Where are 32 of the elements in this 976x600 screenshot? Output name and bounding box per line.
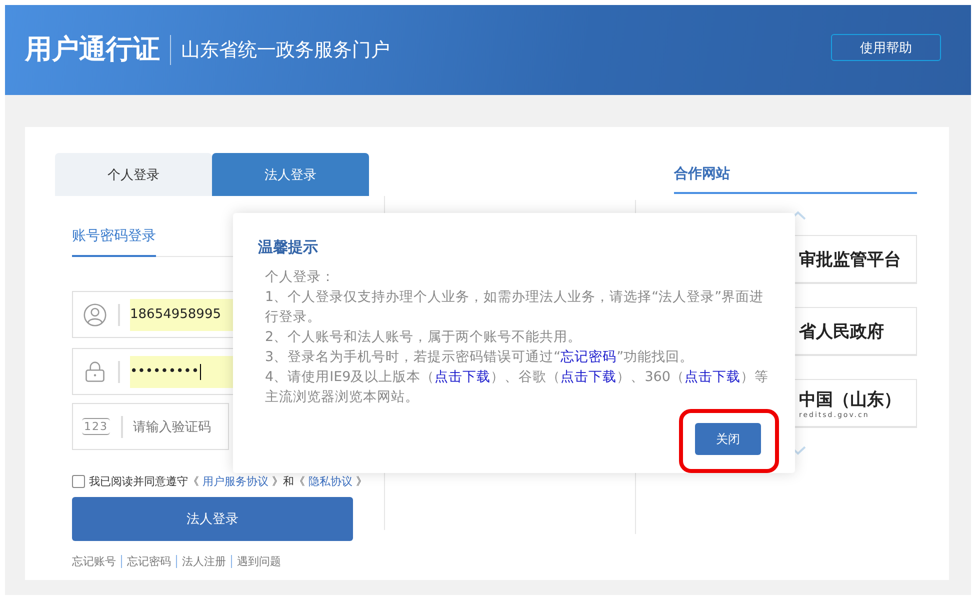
agreement-link[interactable]: 隐私协议 — [308, 475, 352, 488]
close-button[interactable]: 关闭 — [695, 423, 761, 455]
site-name: 中国（山东） — [799, 388, 902, 410]
portal-title: 用户通行证 — [25, 35, 171, 65]
login-button[interactable]: 法人登录 — [72, 497, 353, 541]
field-value: ••••••••• — [130, 364, 200, 379]
field-value: 18654958995 — [130, 307, 221, 322]
help-link[interactable]: 忘记密码 — [127, 554, 171, 569]
agreement-checkbox[interactable] — [72, 475, 85, 488]
login-mode-tab[interactable]: 账号密码登录 — [72, 227, 156, 257]
help-button[interactable]: 使用帮助 — [831, 34, 941, 61]
site-name: 审批监管平台 — [799, 248, 902, 270]
partners-heading: 合作网站 — [674, 153, 917, 194]
agreement-link[interactable]: 用户服务协议 — [202, 475, 268, 488]
lock-icon — [83, 360, 107, 384]
notice-paragraph: 2、个人账号和法人账号，属于两个账号不能共用。 — [265, 328, 583, 347]
field-placeholder: 请输入验证码 — [133, 418, 211, 436]
user-icon — [83, 302, 107, 326]
portal-subtitle: 山东省统一政务服务门户 — [181, 38, 390, 63]
notice-link[interactable]: 忘记密码 — [560, 349, 617, 365]
site-name: 省人民政府 — [799, 320, 885, 342]
captcha-field[interactable]: 123 请输入验证码 — [72, 403, 229, 450]
agreement-text: 我已阅读并同意遵守《 用户服务协议 》和《 隐私协议 》 — [89, 474, 367, 489]
dialog-title: 温馨提示 — [258, 238, 319, 257]
notice-link[interactable]: 点击下载 — [434, 369, 491, 385]
help-link[interactable]: 法人注册 — [182, 554, 226, 569]
notice-link[interactable]: 点击下载 — [560, 369, 617, 385]
help-link[interactable]: 遇到问题 — [237, 554, 281, 569]
login-tab[interactable]: 法人登录 — [212, 153, 369, 196]
help-link[interactable]: 忘记账号 — [72, 554, 116, 569]
notice-paragraph: 个人登录： — [265, 268, 336, 287]
login-tab[interactable]: 个人登录 — [55, 153, 212, 196]
